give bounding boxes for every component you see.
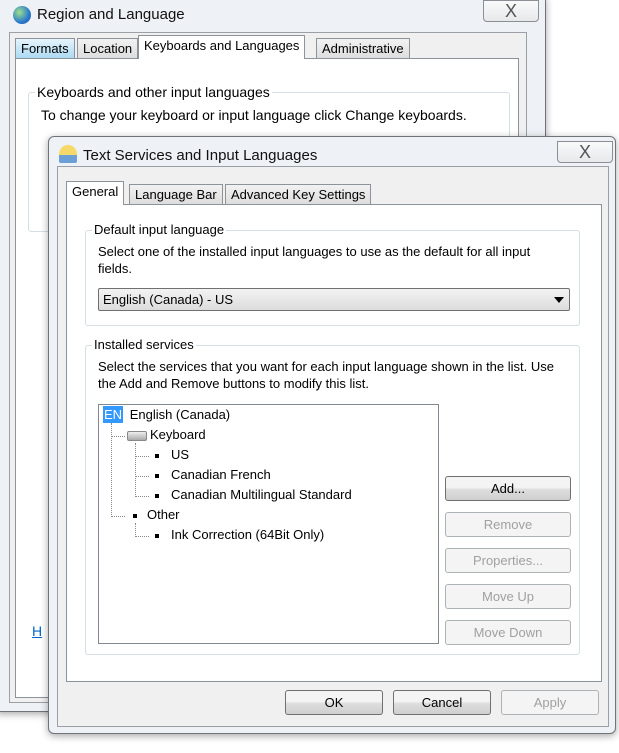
properties-button[interactable]: Properties...: [445, 548, 571, 573]
tab-panel-general: Default input language Select one of the…: [66, 204, 602, 682]
tree-item-keyboard[interactable]: Keyboard: [127, 427, 206, 442]
move-down-button[interactable]: Move Down: [445, 620, 571, 645]
tree-item-other[interactable]: Other: [133, 507, 180, 522]
chevron-down-icon: [554, 297, 564, 303]
tab-keyboards-and-languages[interactable]: Keyboards and Languages: [138, 35, 306, 59]
tree-item-ink-correction[interactable]: Ink Correction (64Bit Only): [155, 527, 324, 542]
help-link[interactable]: H: [32, 623, 42, 639]
language-badge: EN: [103, 406, 124, 423]
close-button[interactable]: X: [557, 141, 613, 163]
add-button[interactable]: Add...: [445, 476, 571, 501]
globe-icon: [13, 6, 31, 24]
keyboards-description: To change your keyboard or input languag…: [41, 107, 467, 123]
window-title: Region and Language: [37, 6, 185, 23]
cancel-button[interactable]: Cancel: [393, 690, 491, 715]
group-label: Installed services: [92, 337, 196, 352]
tab-general[interactable]: General: [66, 181, 125, 205]
tree-item-language[interactable]: EN English (Canada): [103, 406, 231, 423]
tree-item-keyboard-canadian-french[interactable]: Canadian French: [155, 467, 271, 482]
remove-button[interactable]: Remove: [445, 512, 571, 537]
dialog-title: Text Services and Input Languages: [83, 147, 318, 164]
keyboard-icon: [127, 430, 147, 441]
tab-advanced-key-settings[interactable]: Advanced Key Settings: [225, 184, 372, 205]
move-up-button[interactable]: Move Up: [445, 584, 571, 609]
language-label: English (Canada): [129, 407, 231, 422]
default-language-dropdown[interactable]: English (Canada) - US: [98, 288, 570, 311]
dropdown-value: English (Canada) - US: [103, 292, 234, 307]
ok-button[interactable]: OK: [285, 690, 383, 715]
default-language-description: Select one of the installed input langua…: [98, 244, 531, 276]
tree-item-keyboard-canadian-multilingual[interactable]: Canadian Multilingual Standard: [155, 487, 352, 502]
apply-button[interactable]: Apply: [501, 690, 599, 715]
tab-location[interactable]: Location: [77, 38, 139, 59]
text-services-icon: [59, 145, 77, 163]
tab-administrative[interactable]: Administrative: [316, 38, 410, 59]
installed-services-group: Installed services Select the services t…: [85, 337, 580, 655]
installed-services-description: Select the services that you want for ea…: [98, 359, 554, 391]
close-button[interactable]: X: [483, 0, 539, 22]
tab-language-bar[interactable]: Language Bar: [129, 184, 223, 205]
group-label: Keyboards and other input languages: [35, 84, 272, 100]
dialog-client: General Language Bar Advanced Key Settin…: [57, 166, 609, 727]
services-tree[interactable]: EN English (Canada) Keyboard US Canadian…: [98, 404, 439, 644]
default-input-language-group: Default input language Select one of the…: [85, 222, 580, 326]
tree-item-keyboard-us[interactable]: US: [155, 447, 189, 462]
tab-formats[interactable]: Formats: [15, 38, 75, 59]
group-label: Default input language: [92, 222, 227, 237]
text-services-dialog: Text Services and Input Languages X Gene…: [48, 136, 616, 734]
